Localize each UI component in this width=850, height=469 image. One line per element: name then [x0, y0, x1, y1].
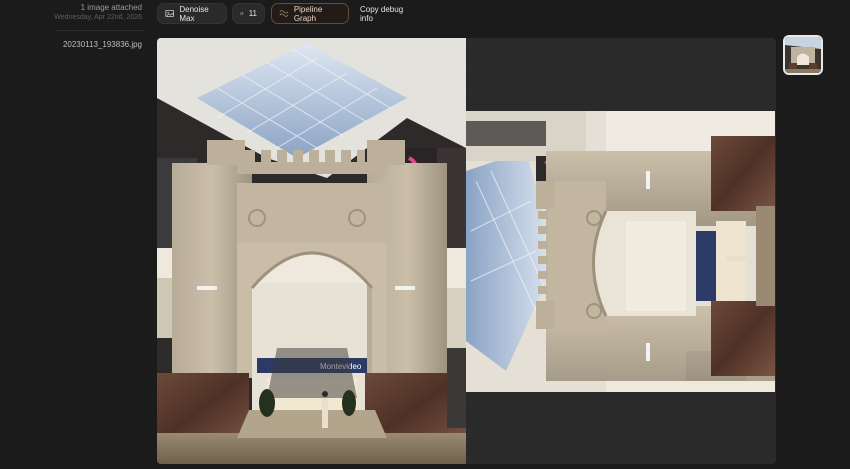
attachment-info: 1 image attached Wednesday, Apr 22nd, 20… — [0, 0, 150, 469]
attachment-date: Wednesday, Apr 22nd, 2026 — [54, 14, 142, 21]
adjustments-button[interactable]: 11 — [232, 3, 265, 24]
image-thumbnail[interactable] — [783, 35, 823, 75]
attachment-count: 1 image attached — [80, 3, 142, 12]
denoise-button[interactable]: Denoise Max — [157, 3, 227, 24]
rotated-photo — [466, 111, 775, 392]
pipeline-icon — [279, 10, 289, 17]
pipeline-label: Pipeline Graph — [293, 4, 323, 23]
main-photo: Montevideo — [157, 38, 466, 464]
copy-debug-button[interactable]: Copy debug info — [353, 3, 419, 24]
file-name[interactable]: 20230113_193836.jpg — [63, 40, 142, 49]
denoise-icon — [165, 9, 174, 18]
image-canvas[interactable]: Montevideo — [157, 38, 776, 464]
sliders-icon — [240, 11, 244, 16]
copy-debug-label: Copy debug info — [360, 4, 404, 23]
adjustments-count: 11 — [248, 9, 257, 18]
denoise-label: Denoise Max — [179, 4, 209, 23]
pipeline-graph-button[interactable]: Pipeline Graph — [271, 3, 349, 24]
divider — [57, 30, 145, 31]
